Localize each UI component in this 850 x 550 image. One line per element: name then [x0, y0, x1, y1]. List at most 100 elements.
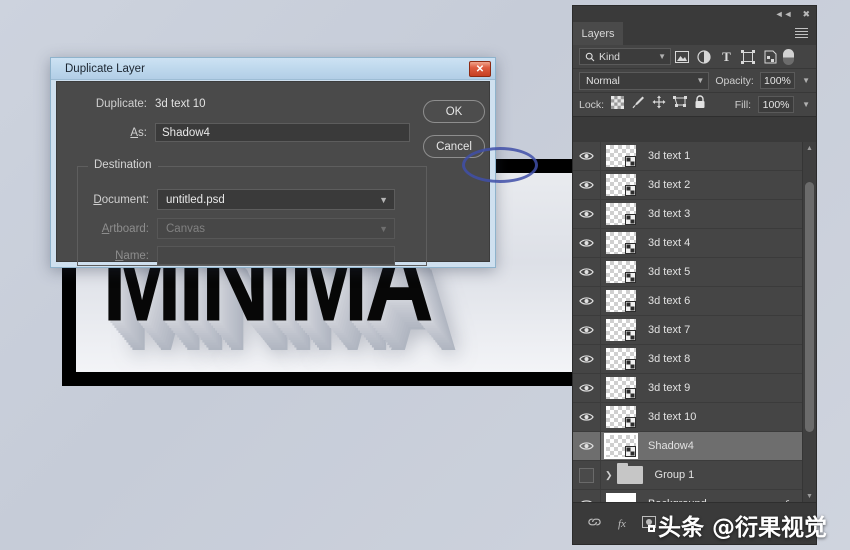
type-layer-filter-icon[interactable]: T: [715, 47, 737, 67]
pixel-layer-filter-icon[interactable]: [671, 47, 693, 67]
layer-list[interactable]: 3d text 1 3d text 2 3d text 3 3d text 4 3d t…: [573, 142, 816, 502]
layer-row-3d-text-9[interactable]: 3d text 9: [573, 374, 816, 403]
layer-thumbnail[interactable]: [606, 174, 636, 196]
blend-mode-value: Normal: [586, 74, 620, 87]
layer-visibility-eye-icon[interactable]: [573, 287, 601, 315]
layer-visibility-eye-icon[interactable]: [573, 374, 601, 402]
layer-thumbnail[interactable]: [606, 145, 636, 167]
layer-thumbnail[interactable]: [606, 261, 636, 283]
layer-row-3d-text-7[interactable]: 3d text 7: [573, 316, 816, 345]
layer-row-3d-text-3[interactable]: 3d text 3: [573, 200, 816, 229]
layer-row-3d-text-4[interactable]: 3d text 4: [573, 229, 816, 258]
layer-visibility-eye-icon[interactable]: [573, 171, 601, 199]
layer-row-3d-text-8[interactable]: 3d text 8: [573, 345, 816, 374]
chevron-down-icon: ▼: [696, 76, 705, 85]
adjustment-layer-filter-icon[interactable]: [693, 47, 715, 67]
layer-row-3d-text-6[interactable]: 3d text 6: [573, 287, 816, 316]
artboard-label: Artboard:: [101, 222, 149, 235]
blend-mode-select[interactable]: Normal ▼: [579, 71, 710, 90]
lock-position-icon[interactable]: [652, 95, 666, 114]
layer-thumbnail[interactable]: [606, 377, 636, 399]
lock-image-pixels-icon[interactable]: [631, 95, 645, 114]
screen: MINIMA Duplicate Layer ✕ Duplicate: 3d t…: [0, 0, 850, 550]
layer-visibility-eye-icon[interactable]: [573, 345, 601, 373]
layer-visibility-eye-icon[interactable]: [573, 229, 601, 257]
layer-thumbnail[interactable]: [604, 433, 638, 459]
layer-visibility-eye-icon[interactable]: [573, 490, 601, 502]
layer-visibility-eye-icon[interactable]: [573, 403, 601, 431]
fill-input[interactable]: 100%: [758, 96, 795, 113]
scrollbar-thumb[interactable]: [805, 182, 814, 432]
layer-thumbnail[interactable]: [606, 319, 636, 341]
layer-row-shadow4[interactable]: Shadow4: [573, 432, 816, 461]
layer-thumbnail[interactable]: [606, 493, 636, 502]
scroll-down-arrow-icon[interactable]: ▼: [803, 490, 816, 502]
as-input[interactable]: Shadow4: [155, 123, 410, 142]
layer-name: 3d text 8: [648, 353, 691, 365]
group-folder-icon: [616, 463, 643, 484]
destination-group: Destination Document: untitled.psd ▼ Art…: [77, 159, 427, 266]
layers-scrollbar[interactable]: ▲ ▼: [802, 142, 816, 502]
layer-name: 3d text 4: [648, 237, 691, 249]
layer-visibility-eye-icon[interactable]: [573, 142, 601, 170]
layer-visibility-eye-icon[interactable]: [573, 258, 601, 286]
layer-thumbnail[interactable]: [606, 348, 636, 370]
tabstrip-filler: [623, 22, 816, 45]
shape-layer-filter-icon[interactable]: [737, 47, 759, 67]
layer-row-3d-text-1[interactable]: 3d text 1: [573, 142, 816, 171]
lock-all-icon[interactable]: [694, 95, 706, 114]
layer-name: Group 1: [654, 469, 695, 481]
layer-row-group-1[interactable]: ❯ Group 1: [573, 461, 816, 490]
layer-thumbnail[interactable]: [606, 406, 636, 428]
filter-kind-select[interactable]: Kind ▼: [579, 48, 671, 65]
chevron-down-icon[interactable]: ▼: [801, 76, 810, 85]
close-icon[interactable]: ✕: [469, 61, 491, 77]
duplicate-source-value: 3d text 10: [155, 98, 206, 110]
layer-visibility-eye-icon[interactable]: [573, 432, 601, 460]
smart-object-badge-icon: [625, 301, 636, 312]
group-expand-chevron-icon[interactable]: ❯: [605, 470, 613, 481]
layer-row-background[interactable]: Backgroundfx▼: [573, 490, 816, 502]
layer-thumbnail[interactable]: [606, 232, 636, 254]
layer-name: 3d text 2: [648, 179, 691, 191]
layer-row-3d-text-2[interactable]: 3d text 2: [573, 171, 816, 200]
add-mask-icon[interactable]: [641, 516, 656, 531]
layer-row-3d-text-5[interactable]: 3d text 5: [573, 258, 816, 287]
lock-artboard-nesting-icon[interactable]: [673, 95, 688, 114]
layer-thumbnail[interactable]: [606, 290, 636, 312]
ok-button[interactable]: OK: [423, 100, 485, 123]
document-value: untitled.psd: [166, 193, 225, 206]
layer-visibility-toggle-off[interactable]: [573, 461, 601, 489]
layer-thumbnail[interactable]: [606, 203, 636, 225]
filter-enable-toggle[interactable]: [783, 48, 794, 65]
cancel-button[interactable]: Cancel: [423, 135, 485, 158]
scroll-up-arrow-icon[interactable]: ▲: [803, 142, 816, 154]
smart-object-badge-icon: [625, 214, 636, 225]
link-layers-icon[interactable]: [587, 516, 602, 531]
layer-visibility-eye-icon[interactable]: [573, 316, 601, 344]
panel-top-bar: ◄◄ ✖: [573, 6, 816, 22]
dialog-title-bar[interactable]: Duplicate Layer ✕: [51, 58, 495, 80]
layer-visibility-empty-box[interactable]: [579, 467, 594, 483]
smart-object-badge-icon: [625, 446, 636, 457]
double-chevron-left-icon[interactable]: ◄◄: [775, 9, 793, 19]
smart-object-filter-icon[interactable]: [759, 47, 781, 67]
smart-object-badge-icon: [625, 330, 636, 341]
chevron-down-icon[interactable]: ▼: [801, 100, 810, 109]
layer-row-3d-text-10[interactable]: 3d text 10: [573, 403, 816, 432]
artboard-value: Canvas: [166, 222, 205, 235]
name-input: [157, 246, 395, 265]
fill-label: Fill:: [734, 98, 752, 111]
layer-visibility-eye-icon[interactable]: [573, 200, 601, 228]
smart-object-badge-icon: [625, 185, 636, 196]
search-icon: [585, 52, 595, 61]
chevron-down-icon: ▼: [658, 52, 666, 61]
lock-transparent-pixels-icon[interactable]: [611, 95, 625, 114]
opacity-input[interactable]: 100%: [759, 72, 796, 89]
svg-text:T: T: [722, 50, 731, 63]
panel-menu-icon[interactable]: [795, 28, 808, 39]
layer-style-fx-icon[interactable]: fx: [618, 518, 626, 530]
close-icon[interactable]: ✖: [802, 9, 810, 19]
document-select[interactable]: untitled.psd ▼: [157, 189, 395, 210]
tab-layers[interactable]: Layers: [573, 22, 623, 45]
